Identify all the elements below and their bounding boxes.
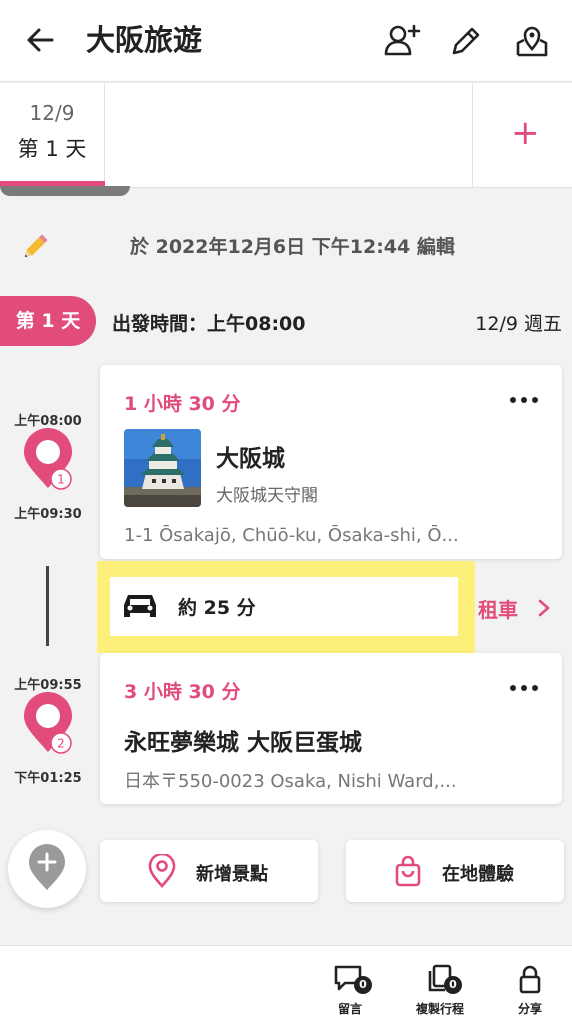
- comment-label: 留言: [337, 1002, 362, 1016]
- page-title: 大阪旅遊: [86, 23, 203, 57]
- travel-time: 約 25 分: [178, 597, 256, 619]
- stop-name: 大阪城: [216, 446, 285, 472]
- day-pill: 第 1 天: [0, 296, 96, 346]
- location-icon: [148, 852, 176, 888]
- day-tabs: 12/9 第 1 天 +: [0, 83, 572, 188]
- stop-address: 1-1 Ōsakajō, Chūō-ku, Ōsaka-shi, Ō...: [124, 525, 459, 546]
- lock-icon: [519, 965, 541, 994]
- add-day-button[interactable]: +: [472, 83, 572, 187]
- add-spot-button[interactable]: 新增景點: [100, 840, 318, 902]
- stop-start-time: 上午08:00: [14, 414, 82, 429]
- tab-date: 12/9: [29, 101, 75, 125]
- chevron-right-icon[interactable]: [536, 598, 552, 618]
- stop-end-time: 下午01:25: [14, 771, 82, 786]
- tab-label: 第 1 天: [17, 137, 87, 161]
- copy-count-badge: 0: [444, 976, 462, 994]
- tab-day-1[interactable]: 12/9 第 1 天: [0, 83, 105, 187]
- more-options-icon[interactable]: [510, 683, 540, 693]
- stop-subtitle: 大阪城天守閣: [216, 486, 318, 506]
- comment-button[interactable]: 0 留言: [310, 964, 390, 1017]
- stop-thumbnail: [124, 429, 201, 507]
- edit-timestamp: 於 2022年12月6日 下午12:44 編輯: [130, 236, 455, 258]
- copy-label: 複製行程: [415, 1002, 464, 1016]
- share-label: 分享: [517, 1002, 542, 1016]
- travel-segment[interactable]: 約 25 分: [110, 577, 458, 636]
- stop-duration: 3 小時 30 分: [124, 681, 241, 703]
- more-options-icon[interactable]: [510, 395, 540, 405]
- edit-info: 於 2022年12月6日 下午12:44 編輯: [0, 226, 572, 266]
- pencil-icon[interactable]: [446, 21, 486, 61]
- scroll-handle: [0, 186, 130, 196]
- add-spot-label: 新增景點: [196, 864, 268, 885]
- plus-icon: +: [511, 113, 540, 153]
- app-header: 大阪旅遊: [0, 0, 572, 82]
- add-pin-icon: [29, 844, 65, 890]
- copy-itinerary-button[interactable]: 0 複製行程: [400, 964, 480, 1017]
- stop-name: 永旺夢樂城 大阪巨蛋城: [124, 730, 363, 756]
- back-arrow-icon[interactable]: [22, 20, 62, 60]
- stop-duration: 1 小時 30 分: [124, 393, 241, 415]
- map-pin-icon[interactable]: [512, 21, 552, 61]
- add-person-icon[interactable]: [382, 21, 422, 61]
- local-experience-label: 在地體驗: [442, 864, 514, 885]
- stop-card[interactable]: 3 小時 30 分 永旺夢樂城 大阪巨蛋城 日本〒550-0023 Osaka,…: [100, 653, 562, 804]
- timeline-connector: [46, 566, 49, 646]
- stop-number: 2: [57, 737, 65, 751]
- bottom-toolbar: 0 留言 0 複製行程 分享: [0, 945, 572, 1024]
- travel-highlight: 約 25 分: [97, 561, 475, 653]
- stop-number: 1: [57, 473, 65, 487]
- stop-start-time: 上午09:55: [14, 678, 82, 693]
- location-pin-icon: 2: [24, 692, 72, 754]
- location-pin-icon: 1: [24, 428, 72, 490]
- stop-address: 日本〒550-0023 Osaka, Nishi Ward,...: [124, 771, 457, 792]
- share-button[interactable]: 分享: [490, 964, 570, 1017]
- rent-car-link[interactable]: 租車: [478, 594, 518, 623]
- day-date: 12/9 週五: [475, 313, 562, 335]
- stop-card[interactable]: 1 小時 30 分 大阪城 大阪城天守閣 1-1 Ōsakajō, Chūō-k…: [100, 365, 562, 559]
- comment-count-badge: 0: [354, 976, 372, 994]
- pencil-emoji-icon: [22, 230, 52, 260]
- shopping-bag-icon: [394, 854, 422, 888]
- car-icon: [122, 591, 158, 621]
- stop-end-time: 上午09:30: [14, 507, 82, 522]
- departure-time[interactable]: 出發時間：上午08:00: [112, 309, 305, 336]
- add-stop-fab[interactable]: [8, 830, 86, 908]
- local-experience-button[interactable]: 在地體驗: [346, 840, 564, 902]
